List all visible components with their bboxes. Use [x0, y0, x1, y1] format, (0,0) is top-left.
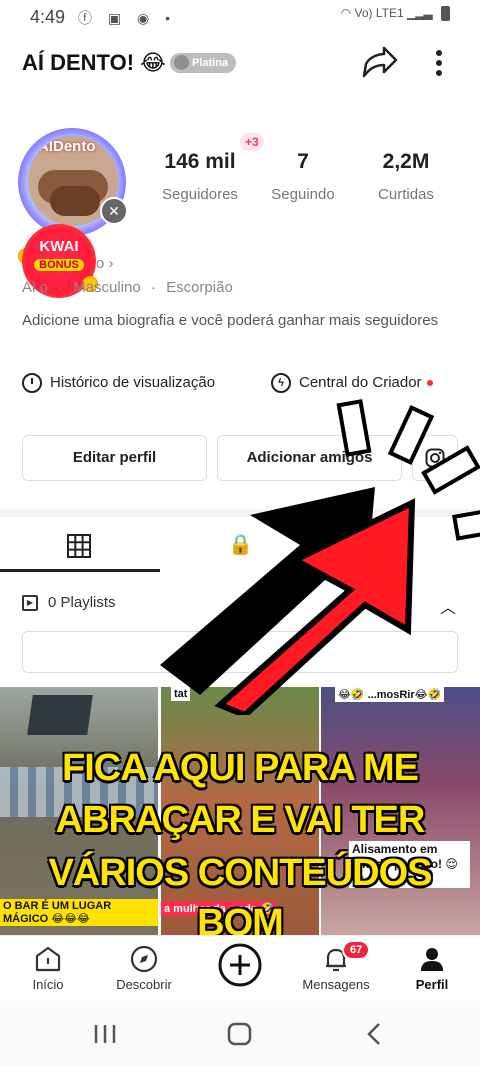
nav-discover-label: Descobrir: [116, 977, 172, 992]
history-link[interactable]: Histórico de visualização: [22, 373, 215, 393]
nav-home[interactable]: Início: [0, 944, 96, 992]
battery-icon: [441, 6, 450, 22]
active-tab-indicator: [0, 569, 160, 572]
recent-apps-icon[interactable]: [92, 1023, 118, 1045]
nav-discover[interactable]: Descobrir: [96, 944, 192, 992]
status-bar: 4:49 ⓕ ▣ ◉ • ◠ Vo) LTE1 ▁▂▃: [0, 0, 480, 34]
status-icons-right: ◠ Vo) LTE1 ▁▂▃: [340, 6, 450, 22]
likes-label: Curtidas: [378, 186, 434, 203]
bottom-navigation: Início Descobrir Mensagens Perfil: [0, 935, 480, 1002]
profile-info-row: Al o · Masculino · Escorpião: [22, 279, 233, 296]
nav-home-label: Início: [32, 977, 64, 992]
nav-messages-label: Mensagens: [302, 977, 370, 992]
lightning-icon: ϟ: [271, 373, 291, 393]
following-label: Seguindo: [271, 186, 335, 203]
creator-label: Central do Criador: [299, 373, 422, 391]
plus-icon: [218, 943, 262, 987]
separator: ·: [58, 279, 64, 296]
kwai-bonus-title: KWAI: [39, 238, 79, 255]
home-icon: [35, 946, 61, 972]
notification-icons: ⓕ ▣ ◉ •: [78, 10, 177, 26]
close-icon[interactable]: ✕: [100, 197, 128, 225]
nav-create[interactable]: [192, 942, 288, 991]
profile-id-link[interactable]: o ›: [96, 255, 114, 272]
system-navigation-bar: [0, 1001, 480, 1066]
separator: ·: [150, 279, 156, 296]
playlists-row[interactable]: ▶ 0 Playlists: [22, 594, 116, 612]
likes-count: 2,2M: [382, 150, 430, 173]
level-badge[interactable]: Platina: [170, 53, 237, 73]
stat-following[interactable]: 7 Seguindo: [248, 150, 358, 203]
bio-prompt[interactable]: Adicione uma biografia e você poderá gan…: [22, 311, 442, 330]
wifi-icon: ◠: [340, 6, 352, 20]
followers-count: 146 mil: [164, 150, 236, 173]
creator-center-link[interactable]: ϟ Central do Criador: [271, 373, 433, 393]
network-label: Vo) LTE1: [354, 6, 404, 20]
promo-text-line-2: ABRAÇAR E VAI TER: [55, 799, 426, 841]
messages-badge: 67: [342, 940, 371, 960]
playlists-label: 0 Playlists: [48, 594, 116, 611]
share-icon[interactable]: [360, 46, 398, 80]
zodiac-label: Escorpião: [166, 279, 233, 296]
profile-name: AÍ DENTO! 😂: [22, 50, 166, 75]
status-time: 4:49: [30, 7, 66, 27]
home-button-icon[interactable]: [227, 1022, 253, 1046]
promo-arrow-graphic: [160, 399, 480, 715]
nav-profile-label: Perfil: [415, 977, 449, 992]
more-options-icon[interactable]: [430, 48, 448, 78]
clock-icon: [22, 373, 42, 393]
avatar-text: AIDento: [38, 138, 96, 155]
promo-text-line-1: FICA AQUI PARA ME: [62, 747, 419, 789]
info-fragment: Al o: [22, 279, 48, 296]
avatar-hand-2: [50, 186, 100, 216]
signal-icon: ▁▂▃: [406, 6, 433, 20]
compass-icon: [130, 945, 158, 973]
gender-label: Masculino: [73, 279, 141, 296]
playlist-icon: ▶: [22, 595, 38, 612]
notification-dot: [426, 380, 433, 386]
followers-label: Seguidores: [162, 186, 238, 203]
stat-likes[interactable]: 2,2M Curtidas: [351, 150, 461, 203]
promo-text-line-3: VÁRIOS CONTEÚDOS: [48, 852, 432, 894]
back-icon[interactable]: [364, 1022, 384, 1046]
kwai-bonus-subtitle: BÔNUS: [34, 259, 84, 271]
stat-followers[interactable]: 146 mil Seguidores: [145, 150, 255, 203]
following-count: 7: [297, 150, 309, 173]
thumb-object: [27, 695, 93, 735]
medal-icon: [174, 55, 189, 70]
person-icon: [421, 948, 443, 971]
grid-icon[interactable]: [67, 534, 91, 558]
nav-profile[interactable]: Perfil: [384, 944, 480, 992]
new-followers-badge: +3: [240, 133, 264, 151]
badge-label: Platina: [192, 57, 229, 69]
history-label: Histórico de visualização: [50, 373, 216, 391]
